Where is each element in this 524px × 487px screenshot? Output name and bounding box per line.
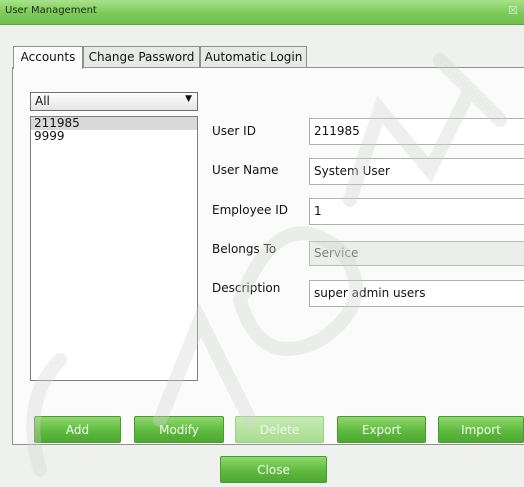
title-bar[interactable]: User Management ☒ <box>0 0 524 25</box>
employee-id-label: Employee ID <box>212 203 289 217</box>
close-button[interactable]: Close <box>220 456 327 483</box>
tab-change-password[interactable]: Change Password <box>83 46 200 67</box>
description-label: Description <box>212 281 281 295</box>
tab-automatic-login[interactable]: Automatic Login <box>200 46 307 67</box>
belongs-to-field: Service <box>309 241 524 266</box>
export-button[interactable]: Export <box>337 416 426 443</box>
belongs-to-label: Belongs To <box>212 242 277 256</box>
user-management-window: User Management ☒ Accounts Change Passwo… <box>0 0 524 487</box>
user-name-label: User Name <box>212 163 279 177</box>
add-button[interactable]: Add <box>34 416 121 443</box>
import-button[interactable]: Import <box>438 416 524 443</box>
tab-accounts[interactable]: Accounts <box>13 46 83 69</box>
window-title: User Management <box>5 5 97 16</box>
employee-id-field[interactable]: 1 <box>309 198 524 225</box>
description-field[interactable]: super admin users <box>309 280 524 307</box>
account-filter-dropdown[interactable]: All ▼ <box>30 92 198 111</box>
account-filter-value: All <box>35 94 50 108</box>
chevron-down-icon: ▼ <box>185 94 192 104</box>
modify-button[interactable]: Modify <box>134 416 224 443</box>
account-list-item[interactable]: 9999 <box>31 130 197 143</box>
account-list[interactable]: 211985 9999 <box>30 116 198 381</box>
user-id-label: User ID <box>212 124 256 138</box>
delete-button[interactable]: Delete <box>235 416 324 443</box>
user-name-field[interactable]: System User <box>309 158 524 185</box>
user-id-field[interactable]: 211985 <box>309 118 524 145</box>
close-window-icon[interactable]: ☒ <box>508 4 518 17</box>
